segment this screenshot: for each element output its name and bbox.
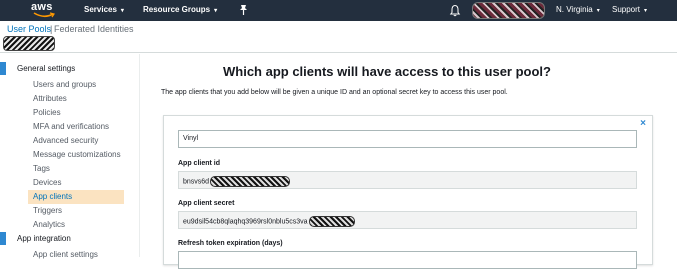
support-label: Support bbox=[612, 5, 641, 14]
sidebar-item-app-client-settings[interactable]: App client settings bbox=[33, 250, 98, 259]
resource-groups-label: Resource Groups bbox=[143, 5, 211, 14]
caret-down-icon: ▾ bbox=[644, 8, 648, 14]
sidebar-item-tags[interactable]: Tags bbox=[33, 164, 50, 173]
support-menu[interactable]: Support ▾ bbox=[612, 5, 647, 14]
app-client-secret-label: App client secret bbox=[178, 200, 235, 207]
sidebar-item-users-and-groups[interactable]: Users and groups bbox=[33, 80, 96, 89]
app-client-name-input[interactable]: Vinyl bbox=[178, 130, 637, 148]
app-client-id-redaction bbox=[210, 176, 291, 187]
account-menu-redacted[interactable] bbox=[472, 2, 545, 19]
refresh-token-expiration-input[interactable] bbox=[178, 251, 637, 269]
general-settings-accent bbox=[0, 62, 6, 75]
main-content: Which app clients will have access to th… bbox=[141, 54, 677, 269]
sidebar-item-devices[interactable]: Devices bbox=[33, 178, 61, 187]
app-client-id-field: bnsvs6d bbox=[178, 171, 637, 189]
caret-down-icon: ▾ bbox=[120, 8, 124, 14]
sidebar-item-advanced-security[interactable]: Advanced security bbox=[33, 136, 98, 145]
sidebar-section-general-settings[interactable]: General settings bbox=[17, 64, 75, 73]
subheader: User Pools | Federated Identities bbox=[0, 21, 677, 53]
bell-icon[interactable] bbox=[449, 4, 461, 17]
services-label: Services bbox=[84, 5, 117, 14]
aws-smile-icon bbox=[33, 12, 55, 18]
app-client-secret-value: eu9dsil54cb8qlaqhq3969rsl0nblu5cs3va bbox=[183, 218, 308, 226]
page-title: Which app clients will have access to th… bbox=[223, 64, 551, 79]
caret-down-icon: ▾ bbox=[214, 8, 218, 14]
tab-separator: | bbox=[50, 24, 53, 34]
sidebar-item-attributes[interactable]: Attributes bbox=[33, 94, 67, 103]
close-icon[interactable]: × bbox=[640, 118, 646, 129]
sidebar-item-app-clients[interactable]: App clients bbox=[33, 192, 72, 201]
pin-icon[interactable] bbox=[238, 4, 249, 16]
refresh-token-expiration-label: Refresh token expiration (days) bbox=[178, 240, 283, 247]
sidebar: General settings Users and groups Attrib… bbox=[0, 54, 140, 259]
tab-user-pools[interactable]: User Pools bbox=[7, 24, 51, 34]
sidebar-item-policies[interactable]: Policies bbox=[33, 108, 61, 117]
region-label: N. Virginia bbox=[556, 5, 593, 14]
page-description: The app clients that you add below will … bbox=[161, 89, 508, 96]
app-client-secret-field: eu9dsil54cb8qlaqhq3969rsl0nblu5cs3va bbox=[178, 211, 637, 229]
app-client-name-value: Vinyl bbox=[183, 135, 199, 142]
user-pool-name-redacted bbox=[3, 36, 55, 51]
app-client-card: × Vinyl App client id bnsvs6d App client… bbox=[163, 115, 653, 269]
sidebar-item-analytics[interactable]: Analytics bbox=[33, 220, 65, 229]
app-client-id-label: App client id bbox=[178, 160, 220, 167]
app-integration-accent bbox=[0, 232, 6, 245]
caret-down-icon: ▾ bbox=[596, 8, 600, 14]
app-client-id-value: bnsvs6d bbox=[183, 178, 210, 186]
top-navigation-bar: aws Services ▾ Resource Groups ▾ N. Virgin… bbox=[0, 0, 677, 21]
sidebar-item-message-customizations[interactable]: Message customizations bbox=[33, 150, 121, 159]
resource-groups-menu[interactable]: Resource Groups ▾ bbox=[143, 5, 217, 14]
tab-federated-identities[interactable]: Federated Identities bbox=[54, 24, 134, 34]
region-menu[interactable]: N. Virginia ▾ bbox=[556, 5, 600, 14]
app-client-secret-redaction bbox=[308, 216, 355, 227]
aws-logo-icon[interactable]: aws bbox=[31, 1, 59, 20]
services-menu[interactable]: Services ▾ bbox=[84, 5, 124, 14]
sidebar-item-triggers[interactable]: Triggers bbox=[33, 206, 62, 215]
sidebar-section-app-integration[interactable]: App integration bbox=[17, 234, 71, 243]
sidebar-item-mfa[interactable]: MFA and verifications bbox=[33, 122, 109, 131]
